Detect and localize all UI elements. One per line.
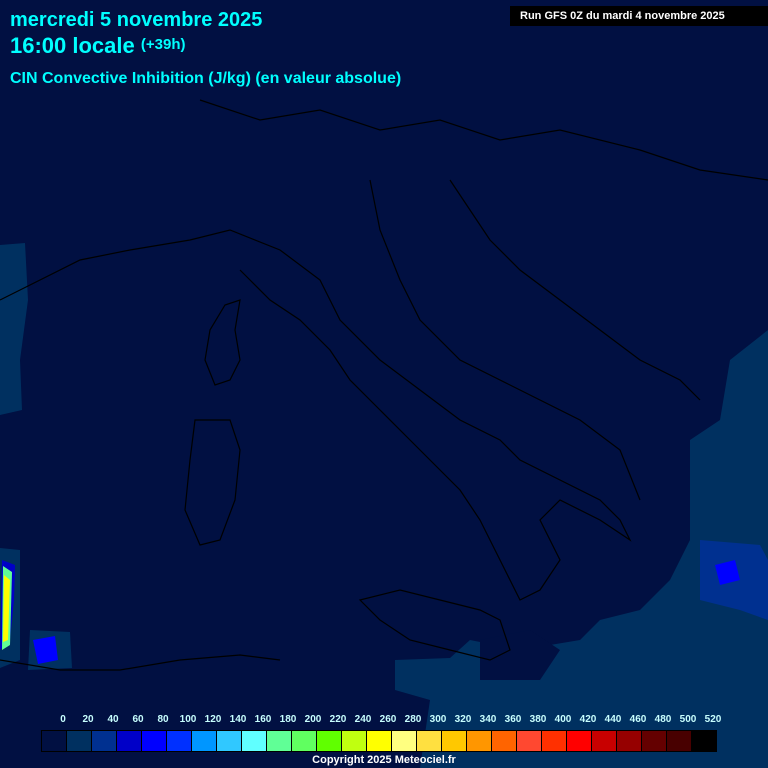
legend-swatch xyxy=(392,731,417,751)
cin-shading xyxy=(0,243,768,768)
legend-swatch xyxy=(542,731,567,751)
legend-swatch xyxy=(667,731,692,751)
legend-label: 240 xyxy=(354,714,372,725)
legend-label: 380 xyxy=(529,714,547,725)
legend-label: 400 xyxy=(554,714,572,725)
legend-label: 220 xyxy=(329,714,347,725)
legend-label: 100 xyxy=(179,714,197,725)
forecast-time: 16:00 locale (+39h) xyxy=(10,33,185,59)
cin-map xyxy=(0,99,768,768)
legend-swatch xyxy=(642,731,667,751)
forecast-date: mercredi 5 novembre 2025 xyxy=(10,9,263,31)
legend-label: 440 xyxy=(604,714,622,725)
legend-label: 180 xyxy=(279,714,297,725)
legend-label: 280 xyxy=(404,714,422,725)
legend-label: 20 xyxy=(82,714,94,725)
legend-label: 260 xyxy=(379,714,397,725)
legend-label: 340 xyxy=(479,714,497,725)
legend-label: 480 xyxy=(654,714,672,725)
legend-swatch xyxy=(492,731,517,751)
legend-label: 200 xyxy=(304,714,322,725)
legend-label: 80 xyxy=(157,714,169,725)
coastlines xyxy=(0,99,768,671)
legend-swatch xyxy=(592,731,617,751)
legend-swatch xyxy=(342,731,367,751)
legend-swatch xyxy=(42,731,67,751)
legend-label: 160 xyxy=(254,714,272,725)
legend-label: 360 xyxy=(504,714,522,725)
legend-swatch xyxy=(442,731,467,751)
legend-swatch xyxy=(367,731,392,751)
local-time: 16:00 locale xyxy=(10,33,135,58)
legend-swatch xyxy=(292,731,317,751)
legend-swatch xyxy=(517,731,542,751)
legend-swatch xyxy=(192,731,217,751)
legend-swatch xyxy=(692,731,716,751)
legend-label: 140 xyxy=(229,714,247,725)
legend-label: 320 xyxy=(454,714,472,725)
legend-swatch xyxy=(217,731,242,751)
legend-swatch xyxy=(142,731,167,751)
legend-swatch xyxy=(67,731,92,751)
legend-color-bar xyxy=(41,730,717,752)
legend-label: 60 xyxy=(132,714,144,725)
legend-labels: 0 20 40 60 80 100 120 140 160 180 200 220 240 260 280 3… xyxy=(41,714,741,728)
legend-label: 120 xyxy=(204,714,222,725)
lead-time: (+39h) xyxy=(140,36,186,53)
legend-swatch xyxy=(317,731,342,751)
legend-label: 520 xyxy=(704,714,722,725)
legend-swatch xyxy=(617,731,642,751)
legend-label: 460 xyxy=(629,714,647,725)
legend-swatch xyxy=(417,731,442,751)
parameter-title: CIN Convective Inhibition (J/kg) (en val… xyxy=(10,70,402,87)
legend-label: 300 xyxy=(429,714,447,725)
copyright: Copyright 2025 Meteociel.fr xyxy=(312,754,456,766)
legend-label: 40 xyxy=(107,714,119,725)
legend-label: 0 xyxy=(60,714,66,725)
run-info: Run GFS 0Z du mardi 4 novembre 2025 xyxy=(510,6,768,26)
legend-swatch xyxy=(267,731,292,751)
legend-swatch xyxy=(167,731,192,751)
legend-swatch xyxy=(92,731,117,751)
legend-label: 420 xyxy=(579,714,597,725)
legend-swatch xyxy=(467,731,492,751)
legend-swatch xyxy=(567,731,592,751)
legend-label: 500 xyxy=(679,714,697,725)
legend-swatch xyxy=(117,731,142,751)
legend-swatch xyxy=(242,731,267,751)
